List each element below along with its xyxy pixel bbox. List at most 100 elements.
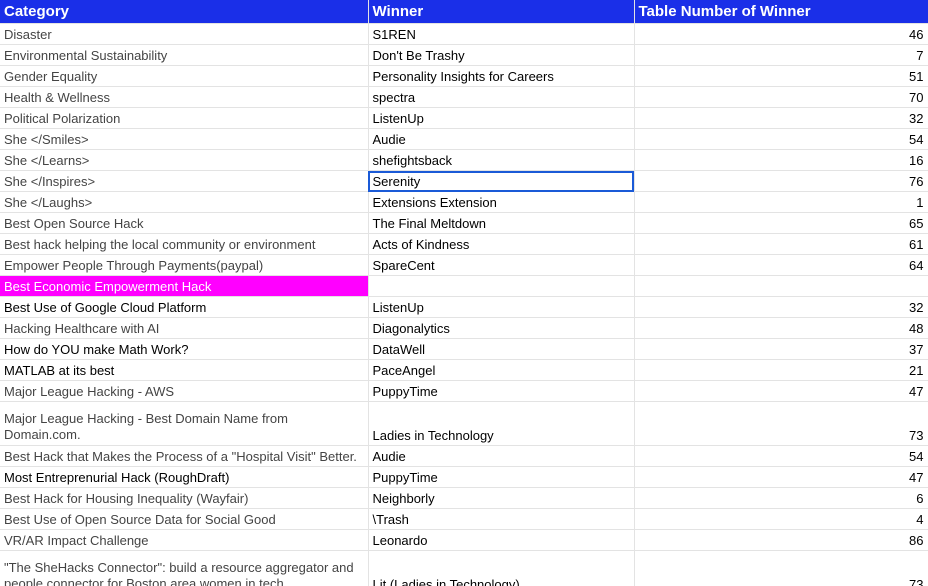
table-row: Major League Hacking - Best Domain Name … [0,401,928,446]
table-row: She </Laughs> Extensions Extension 1 [0,191,928,213]
cell-winner[interactable]: Extensions Extension [368,191,635,213]
cell-category[interactable]: Empower People Through Payments(paypal) [0,254,369,276]
cell-category[interactable]: Best Economic Empowerment Hack [0,275,369,297]
cell-category[interactable]: Gender Equality [0,65,369,87]
cell-table-number[interactable]: 65 [634,212,928,234]
cell-winner[interactable]: Diagonalytics [368,317,635,339]
cell-category[interactable]: She </Smiles> [0,128,369,150]
table-row: Best Economic Empowerment Hack [0,275,928,297]
cell-winner[interactable]: DataWell [368,338,635,360]
spreadsheet: Category Winner Table Number of Winner D… [0,0,928,586]
table-row: She </Smiles> Audie 54 [0,128,928,150]
table-row: How do YOU make Math Work? DataWell 37 [0,338,928,360]
cell-winner[interactable]: Lit (Ladies in Technology) [368,550,635,586]
cell-table-number[interactable]: 54 [634,128,928,150]
table-row: Best Hack for Housing Inequality (Wayfai… [0,487,928,509]
cell-winner[interactable]: PaceAngel [368,359,635,381]
cell-winner[interactable]: Audie [368,128,635,150]
cell-table-number[interactable]: 47 [634,380,928,402]
cell-table-number[interactable]: 47 [634,466,928,488]
header-row: Category Winner Table Number of Winner [0,0,928,24]
cell-category[interactable]: "The SheHacks Connector": build a resour… [0,550,369,586]
cell-winner[interactable]: Neighborly [368,487,635,509]
header-category[interactable]: Category [0,0,369,24]
table-row: She </Learns> shefightsback 16 [0,149,928,171]
table-row: VR/AR Impact Challenge Leonardo 86 [0,529,928,551]
cell-table-number[interactable]: 70 [634,86,928,108]
cell-category[interactable]: She </Learns> [0,149,369,171]
cell-category[interactable]: How do YOU make Math Work? [0,338,369,360]
table-body: Disaster S1REN 46 Environmental Sustainabil… [0,23,928,586]
cell-table-number[interactable]: 64 [634,254,928,276]
cell-table-number[interactable]: 1 [634,191,928,213]
cell-table-number[interactable]: 54 [634,445,928,467]
cell-category[interactable]: Best Use of Google Cloud Platform [0,296,369,318]
table-row: Most Entreprenurial Hack (RoughDraft) Pup… [0,466,928,488]
cell-winner[interactable]: SpareCent [368,254,635,276]
cell-table-number[interactable]: 32 [634,296,928,318]
table-row: Gender Equality Personality Insights for … [0,65,928,87]
header-table-number[interactable]: Table Number of Winner [634,0,928,24]
table-row: Political Polarization ListenUp 32 [0,107,928,129]
cell-winner[interactable]: S1REN [368,23,635,45]
cell-category[interactable]: Health & Wellness [0,86,369,108]
cell-category[interactable]: She </Laughs> [0,191,369,213]
cell-winner[interactable]: \Trash [368,508,635,530]
cell-winner[interactable]: Audie [368,445,635,467]
cell-winner[interactable]: PuppyTime [368,380,635,402]
cell-table-number[interactable]: 21 [634,359,928,381]
table-row: Major League Hacking - AWS PuppyTime 47 [0,380,928,402]
cell-table-number[interactable]: 61 [634,233,928,255]
cell-category[interactable]: Political Polarization [0,107,369,129]
cell-winner[interactable]: ListenUp [368,107,635,129]
cell-table-number[interactable]: 76 [634,170,928,192]
cell-category[interactable]: Hacking Healthcare with AI [0,317,369,339]
cell-table-number[interactable]: 4 [634,508,928,530]
cell-category[interactable]: VR/AR Impact Challenge [0,529,369,551]
table-row: Best Use of Open Source Data for Social … [0,508,928,530]
cell-table-number[interactable]: 16 [634,149,928,171]
cell-category[interactable]: Major League Hacking - AWS [0,380,369,402]
cell-table-number[interactable]: 73 [634,550,928,586]
cell-table-number[interactable]: 7 [634,44,928,66]
cell-category[interactable]: Best Hack that Makes the Process of a "H… [0,445,369,467]
cell-table-number[interactable]: 86 [634,529,928,551]
cell-category[interactable]: Best Use of Open Source Data for Social … [0,508,369,530]
cell-winner[interactable] [368,275,635,297]
cell-winner[interactable]: Personality Insights for Careers [368,65,635,87]
cell-category[interactable]: Disaster [0,23,369,45]
cell-table-number[interactable]: 46 [634,23,928,45]
cell-category[interactable]: Best Open Source Hack [0,212,369,234]
table-row: Health & Wellness spectra 70 [0,86,928,108]
cell-category[interactable]: She </Inspires> [0,170,369,192]
cell-winner[interactable]: Don't Be Trashy [368,44,635,66]
header-winner[interactable]: Winner [368,0,635,24]
cell-category[interactable]: Major League Hacking - Best Domain Name … [0,401,369,446]
cell-winner[interactable]: The Final Meltdown [368,212,635,234]
table-row: Best hack helping the local community or… [0,233,928,255]
cell-table-number[interactable]: 6 [634,487,928,509]
cell-table-number[interactable]: 51 [634,65,928,87]
cell-category[interactable]: Most Entreprenurial Hack (RoughDraft) [0,466,369,488]
cell-winner[interactable]: Ladies in Technology [368,401,635,446]
cell-category[interactable]: Best Hack for Housing Inequality (Wayfai… [0,487,369,509]
cell-winner[interactable]: spectra [368,86,635,108]
cell-winner[interactable]: shefightsback [368,149,635,171]
table-row: Best Hack that Makes the Process of a "H… [0,445,928,467]
cell-winner[interactable]: ListenUp [368,296,635,318]
cell-table-number[interactable]: 48 [634,317,928,339]
cell-table-number[interactable]: 73 [634,401,928,446]
winners-table: Category Winner Table Number of Winner D… [0,0,928,586]
cell-category[interactable]: MATLAB at its best [0,359,369,381]
cell-table-number[interactable]: 32 [634,107,928,129]
cell-table-number[interactable]: 37 [634,338,928,360]
table-row: Empower People Through Payments(paypal) S… [0,254,928,276]
cell-winner[interactable]: PuppyTime [368,466,635,488]
cell-category[interactable]: Environmental Sustainability [0,44,369,66]
table-row: Environmental Sustainability Don't Be Tra… [0,44,928,66]
cell-winner[interactable]: Leonardo [368,529,635,551]
cell-winner[interactable]: Acts of Kindness [368,233,635,255]
cell-category[interactable]: Best hack helping the local community or… [0,233,369,255]
cell-table-number[interactable] [634,275,928,297]
cell-winner-selected[interactable]: Serenity [368,170,635,192]
